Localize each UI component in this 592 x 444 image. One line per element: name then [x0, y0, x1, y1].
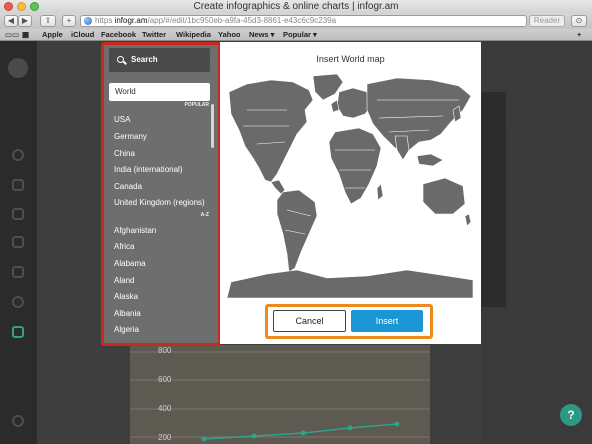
browser-toolbar: ◀ ▶ ⇪ + https infogr.am/app/#/edit/1bc95… — [0, 13, 592, 29]
cancel-button[interactable]: Cancel — [273, 310, 346, 332]
plus-icon[interactable]: + — [62, 15, 76, 27]
book-icon[interactable]: ▭▭ — [5, 29, 19, 41]
chart-icon[interactable] — [12, 208, 24, 220]
minimize-window-icon[interactable] — [17, 2, 26, 11]
add-bookmark-icon[interactable]: + — [577, 29, 581, 41]
axis-tick-800: 800 — [158, 346, 172, 355]
bookmark-popular[interactable]: Popular ▾ — [283, 29, 317, 41]
modal-overlay — [481, 41, 592, 444]
share-icon[interactable]: ⇪ — [40, 15, 56, 27]
bookmarks-bar: ▭▭ ▦ Apple iCloud Facebook Twitter Wikip… — [0, 29, 592, 41]
bookmark-wikipedia[interactable]: Wikipedia — [176, 29, 211, 41]
reader-button[interactable]: Reader — [529, 15, 565, 27]
info-icon[interactable] — [12, 415, 24, 427]
map-preview-panel: Insert World map Cancel Insert — [220, 42, 481, 344]
bookmark-yahoo[interactable]: Yahoo — [218, 29, 241, 41]
app-sidebar — [0, 41, 37, 444]
forward-arrow-icon[interactable]: ▶ — [18, 15, 32, 27]
window-titlebar: Create infographics & online charts | in… — [0, 0, 592, 13]
copy-icon[interactable] — [12, 266, 24, 278]
zoom-window-icon[interactable] — [30, 2, 39, 11]
window-title: Create infographics & online charts | in… — [193, 1, 399, 12]
back-arrow-icon[interactable]: ◀ — [4, 15, 18, 27]
insert-button[interactable]: Insert — [351, 310, 423, 332]
send-icon[interactable] — [12, 326, 24, 338]
url-scheme: https — [95, 16, 113, 25]
close-window-icon[interactable] — [4, 2, 13, 11]
gear-icon[interactable] — [12, 296, 24, 308]
add-icon[interactable] — [12, 149, 24, 161]
background-chart — [130, 345, 430, 444]
inbox-icon[interactable] — [12, 179, 24, 191]
download-icon[interactable]: ⊙ — [571, 15, 587, 27]
url-host: infogr.am — [114, 16, 148, 25]
avatar[interactable] — [8, 58, 28, 78]
axis-tick-400: 400 — [158, 404, 172, 413]
bookmark-apple[interactable]: Apple — [42, 29, 63, 41]
world-map-preview — [227, 73, 473, 298]
modal-title: Insert World map — [316, 54, 385, 64]
axis-tick-200: 200 — [158, 433, 172, 442]
bookmarks-grid-icon[interactable]: ▦ — [22, 29, 29, 41]
address-bar[interactable]: https infogr.am/app/#/edit/1bc950eb-a9fa… — [80, 15, 527, 27]
bookmark-facebook[interactable]: Facebook — [101, 29, 136, 41]
axis-tick-600: 600 — [158, 375, 172, 384]
url-path: /app/#/edit/1bc950eb-a9fa-45d3-8861-e43c… — [147, 16, 337, 25]
users-icon[interactable] — [12, 236, 24, 248]
globe-icon — [84, 17, 92, 25]
background-chart-lines — [130, 351, 430, 442]
bookmark-news[interactable]: News ▾ — [249, 29, 274, 41]
bookmark-icloud[interactable]: iCloud — [71, 29, 94, 41]
list-highlight-frame — [101, 42, 221, 346]
bookmark-twitter[interactable]: Twitter — [142, 29, 166, 41]
